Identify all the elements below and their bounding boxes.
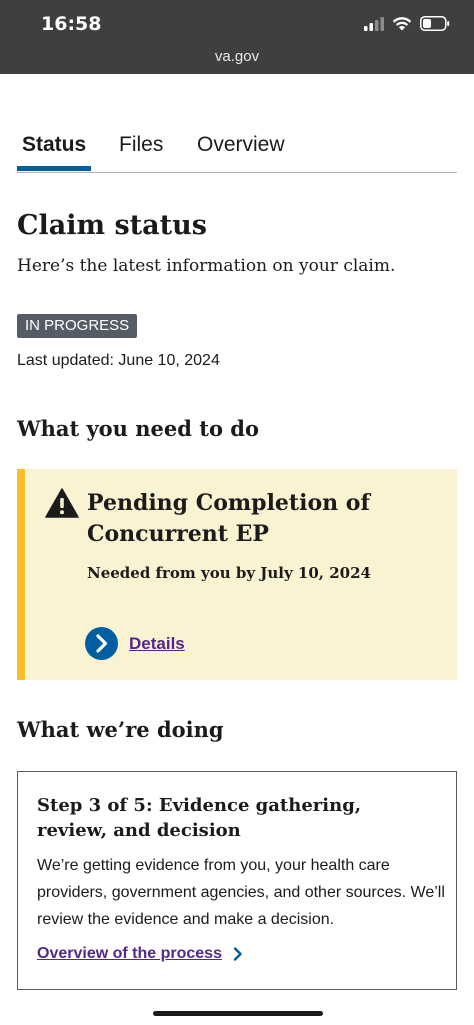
active-tab-indicator xyxy=(17,166,91,171)
claim-tabs: Status Files Overview xyxy=(17,128,457,173)
details-link[interactable]: Details xyxy=(129,634,185,654)
doing-heading: What we’re doing xyxy=(17,717,224,742)
home-indicator[interactable] xyxy=(153,1011,323,1016)
tab-status[interactable]: Status xyxy=(22,133,86,157)
pending-alert: Pending Completion of Concurrent EP Need… xyxy=(17,469,457,680)
chevron-right-circle-icon[interactable] xyxy=(85,627,118,660)
wifi-icon xyxy=(392,17,412,31)
battery-icon xyxy=(420,16,450,31)
clock-time: 16:58 xyxy=(41,13,102,35)
step-description: We’re getting evidence from you, your he… xyxy=(37,857,445,928)
chevron-right-icon[interactable] xyxy=(230,946,246,962)
status-icons xyxy=(364,16,450,31)
alert-due-date: Needed from you by July 10, 2024 xyxy=(87,564,371,582)
last-updated-text: Last updated: June 10, 2024 xyxy=(17,352,220,369)
page-title: Claim status xyxy=(17,210,207,241)
url-label[interactable]: va.gov xyxy=(0,48,474,65)
step-card: Step 3 of 5: Evidence gathering, review,… xyxy=(17,771,457,990)
tab-overview[interactable]: Overview xyxy=(197,133,285,157)
browser-status-bar: 16:58 va.gov xyxy=(0,0,474,74)
alert-title: Pending Completion of Concurrent EP xyxy=(87,490,370,547)
process-overview-action[interactable]: Overview of the process xyxy=(37,945,246,963)
intro-text: Here’s the latest information on your cl… xyxy=(17,256,396,276)
cellular-signal-icon xyxy=(364,16,384,31)
need-to-do-heading: What you need to do xyxy=(17,416,259,441)
tab-files[interactable]: Files xyxy=(119,133,163,157)
warning-icon xyxy=(45,488,79,518)
details-action[interactable]: Details xyxy=(85,627,185,660)
step-title: Step 3 of 5: Evidence gathering, review,… xyxy=(37,795,362,841)
status-badge: IN PROGRESS xyxy=(17,314,138,338)
process-overview-link[interactable]: Overview of the process xyxy=(37,945,222,963)
